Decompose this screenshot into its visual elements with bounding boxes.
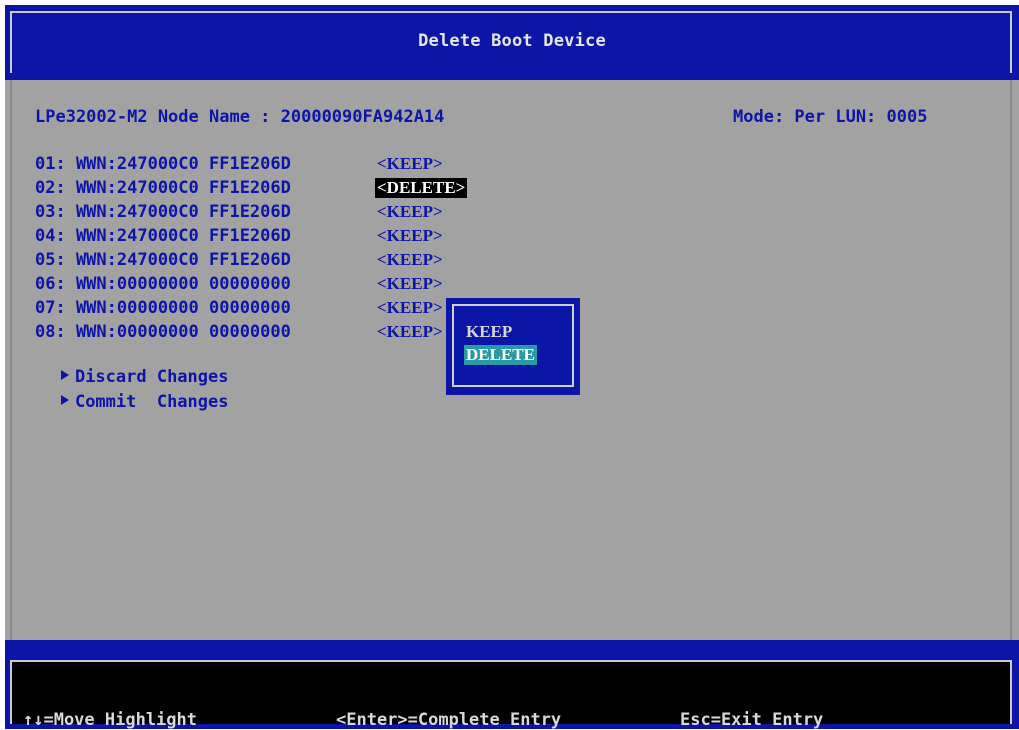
page-title: Delete Boot Device — [418, 31, 606, 51]
node-name-label: LPe32002-M2 Node Name : 20000090FA942A14 — [35, 107, 445, 127]
boot-device-wwn: 08: WWN:00000000 00000000 — [35, 322, 291, 342]
complete-entry-hint: <Enter>=Complete Entry — [336, 710, 562, 730]
boot-device-wwn: 06: WWN:00000000 00000000 — [35, 274, 291, 294]
commit-changes-label: Commit Changes — [74, 392, 229, 412]
exit-entry-hint: Esc=Exit Entry — [680, 710, 824, 730]
triangle-right-icon — [60, 395, 69, 405]
move-highlight-hint: ↑↓=Move Highlight — [23, 710, 197, 730]
popup-option-delete[interactable]: DELETE — [464, 345, 537, 365]
boot-device-wwn: 05: WWN:247000C0 FF1E206D — [35, 250, 291, 270]
boot-device-action[interactable]: <KEEP> — [375, 226, 445, 246]
bios-screen: Delete Boot Device LPe32002-M2 Node Name… — [5, 5, 1019, 730]
boot-device-action[interactable]: <KEEP> — [375, 274, 445, 294]
boot-device-wwn: 07: WWN:00000000 00000000 — [35, 298, 291, 318]
footer-bar: ↑↓=Move Highlight <Enter>=Complete Entry… — [5, 640, 1019, 730]
boot-device-row[interactable]: 06: WWN:00000000 00000000 <KEEP> — [35, 274, 443, 298]
commit-changes-item[interactable]: Commit Changes — [20, 372, 228, 432]
boot-device-action-selected[interactable]: <DELETE> — [375, 178, 468, 198]
boot-device-row[interactable]: 05: WWN:247000C0 FF1E206D <KEEP> — [35, 250, 443, 274]
mode-label: Mode: Per LUN: 0005 — [733, 107, 928, 127]
boot-device-wwn: 02: WWN:247000C0 FF1E206D — [35, 178, 291, 198]
boot-device-row[interactable]: 01: WWN:247000C0 FF1E206D <KEEP> — [35, 154, 443, 178]
boot-device-row[interactable]: 04: WWN:247000C0 FF1E206D <KEEP> — [35, 226, 443, 250]
action-popup: KEEP DELETE — [446, 298, 580, 395]
boot-device-wwn: 01: WWN:247000C0 FF1E206D — [35, 154, 291, 174]
boot-device-action[interactable]: <KEEP> — [375, 154, 445, 174]
title-bar: Delete Boot Device — [5, 5, 1019, 80]
boot-device-action[interactable]: <KEEP> — [375, 298, 445, 318]
boot-device-action[interactable]: <KEEP> — [375, 250, 445, 270]
boot-device-wwn: 03: WWN:247000C0 FF1E206D — [35, 202, 291, 222]
boot-device-wwn: 04: WWN:247000C0 FF1E206D — [35, 226, 291, 246]
boot-device-action[interactable]: <KEEP> — [375, 202, 445, 222]
boot-device-row[interactable]: 02: WWN:247000C0 FF1E206D <DELETE> — [35, 178, 468, 202]
boot-device-action[interactable]: <KEEP> — [375, 322, 445, 342]
popup-option-keep[interactable]: KEEP — [464, 322, 514, 342]
boot-device-row[interactable]: 03: WWN:247000C0 FF1E206D <KEEP> — [35, 202, 443, 226]
boot-device-row[interactable]: 07: WWN:00000000 00000000 <KEEP> — [35, 298, 443, 322]
boot-device-row[interactable]: 08: WWN:00000000 00000000 <KEEP> — [35, 322, 443, 346]
footer-help-box: ↑↓=Move Highlight <Enter>=Complete Entry… — [10, 660, 1012, 730]
